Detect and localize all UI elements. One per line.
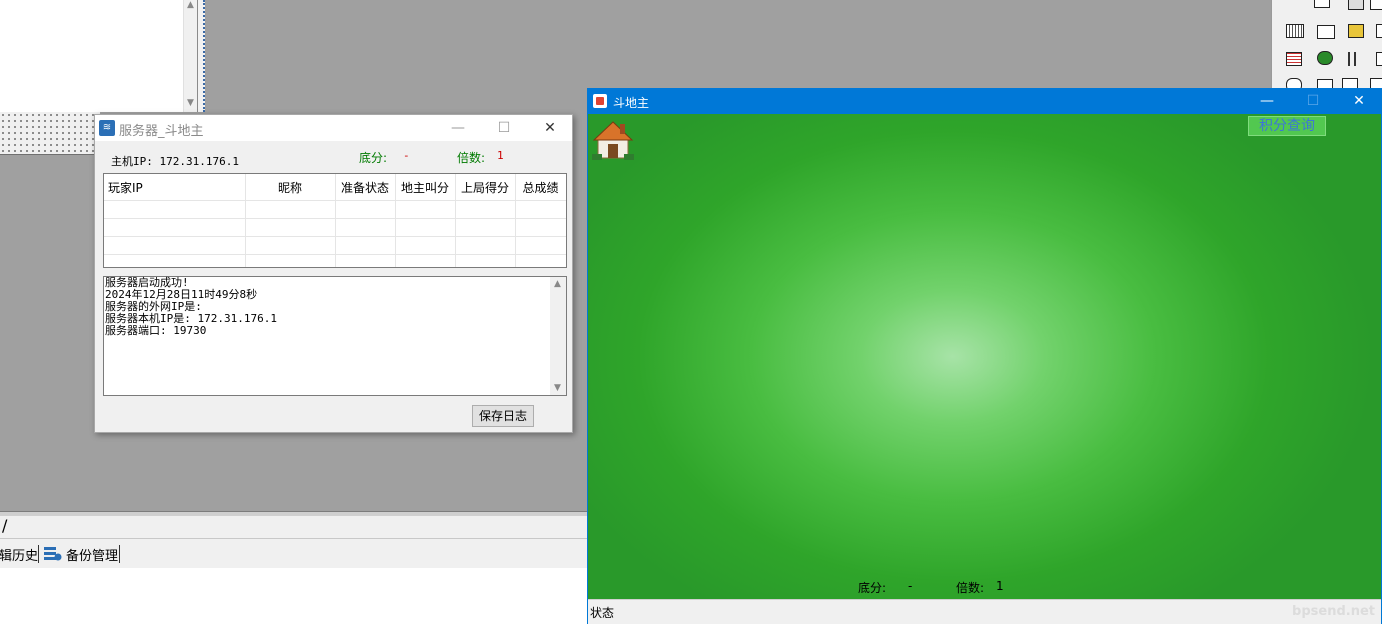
multiplier-label: 倍数: [457,151,486,165]
toolbox-doc-icon[interactable] [1376,24,1382,38]
multiplier-value: 1 [497,149,504,162]
game-table-area[interactable]: 积分查询 底分: - 倍数: 1 [588,114,1381,599]
server-info-row: 主机IP: 172.31.176.1 底分: - 倍数: 1 [95,149,572,169]
server-title-bar[interactable]: ≋ 服务器_斗地主 — ☐ ✕ [95,115,572,141]
log-line: 服务器端口: 19730 [105,324,207,337]
toolbox-globe-icon[interactable] [1317,51,1333,65]
multiplier-value: 1 [996,579,1004,593]
toolbox-window-icon[interactable] [1376,52,1382,66]
status-label: 状态 [590,606,615,620]
column-header[interactable]: 地主叫分 [395,174,456,201]
toolbox-grid-icon[interactable] [1286,24,1304,38]
column-header[interactable]: 上局得分 [455,174,516,201]
table-row[interactable] [104,200,566,219]
server-app-icon: ≋ [99,120,115,136]
toolbox-folder-icon[interactable] [1348,24,1364,38]
minimize-icon[interactable]: — [435,115,481,141]
game-app-icon [593,94,607,108]
tab-slash: / [2,516,8,535]
ide-tab-strip: / [0,515,588,538]
column-header[interactable]: 总成绩 [515,174,566,201]
score-query-button[interactable]: 积分查询 [1248,116,1326,136]
base-score-label: 底分: [858,581,887,595]
home-icon[interactable] [590,116,636,162]
scroll-down-icon[interactable]: ▼ [554,383,561,393]
table-row[interactable] [104,254,566,267]
game-window-title: 斗地主 [613,96,650,110]
game-status-bar: 状态 bpsend.net [588,599,1381,624]
base-score-label: 底分: [359,151,388,165]
ide-splitter[interactable] [197,0,205,112]
maximize-icon[interactable]: ☐ [1290,89,1336,114]
toolbox-frame-icon[interactable] [1314,0,1330,8]
ide-output-area [0,568,588,624]
tab-edit-history[interactable]: 辑历史 [0,545,38,564]
toolbox-table-icon[interactable] [1286,52,1302,66]
toolbox-edit-icon[interactable] [1370,0,1382,10]
toolbox-textbox-icon[interactable] [1317,25,1335,39]
player-table[interactable]: 玩家IP 昵称 准备状态 地主叫分 上局得分 总成绩 [103,173,567,268]
close-icon[interactable]: ✕ [527,115,573,141]
multiplier-label: 倍数: [956,581,985,595]
table-header-row: 玩家IP 昵称 准备状态 地主叫分 上局得分 总成绩 [104,174,566,201]
ide-toolbox [1271,0,1382,93]
table-row[interactable] [104,218,566,237]
game-title-bar[interactable]: 斗地主 — ☐ ✕ [588,89,1381,114]
column-header[interactable]: 玩家IP [104,174,246,201]
ide-editor-area [0,0,183,112]
tab-separator [38,545,39,563]
ide-vertical-scrollbar[interactable]: ▲ ▼ [183,0,198,112]
toolbox-list-icon[interactable] [1348,0,1364,10]
backup-manager-icon [44,547,62,561]
ide-bottom-tabs: 辑历史 备份管理 [0,538,588,569]
column-header[interactable]: 昵称 [245,174,336,201]
scroll-down-icon[interactable]: ▼ [187,98,194,108]
tab-backup-manager[interactable]: 备份管理 [66,545,118,564]
toolbox-splitter-icon[interactable] [1348,52,1364,66]
ide-form-designer-grid [0,112,100,155]
server-window: ≋ 服务器_斗地主 — ☐ ✕ 主机IP: 172.31.176.1 底分: -… [94,114,573,433]
save-log-button[interactable]: 保存日志 [472,405,534,427]
base-score-value: - [908,579,913,593]
base-score-value: - [403,149,410,162]
log-textarea[interactable]: 服务器启动成功! 2024年12月28日11时49分8秒 服务器的外网IP是: 服务器… [103,276,567,396]
watermark: bpsend.net [1292,604,1375,619]
log-scrollbar[interactable]: ▲ ▼ [550,277,566,395]
tab-separator [119,545,120,563]
host-ip-label: 主机IP: 172.31.176.1 [111,155,239,168]
minimize-icon[interactable]: — [1244,89,1290,114]
maximize-icon[interactable]: ☐ [481,115,527,141]
close-icon[interactable]: ✕ [1336,89,1382,114]
scroll-up-icon[interactable]: ▲ [554,279,561,289]
column-header[interactable]: 准备状态 [335,174,396,201]
log-text: 服务器启动成功! 2024年12月28日11时49分8秒 服务器的外网IP是: 服务器… [105,277,277,337]
table-row[interactable] [104,236,566,255]
server-window-title: 服务器_斗地主 [119,124,204,139]
scroll-up-icon[interactable]: ▲ [187,0,194,10]
game-window: 斗地主 — ☐ ✕ 积分查询 底分: - 倍数: 1 状态 bpsend.net [587,88,1382,624]
